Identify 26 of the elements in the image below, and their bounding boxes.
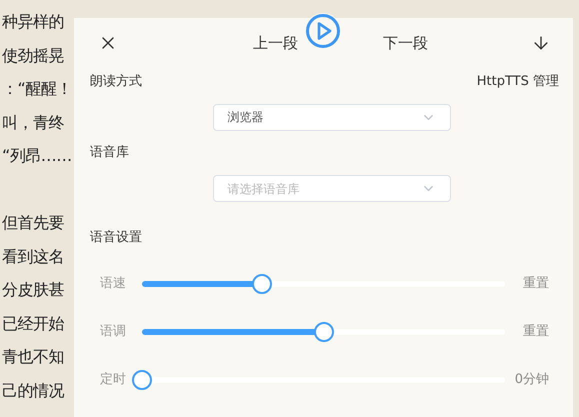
section-label: 朗读方式 xyxy=(90,73,142,91)
book-text-line: 己的情况 xyxy=(2,380,66,402)
read-mode-select[interactable]: 浏览器 xyxy=(212,104,450,130)
section-label: 语音设置 xyxy=(90,229,143,247)
book-text-line: 使劲摇晃 xyxy=(2,44,65,66)
previous-paragraph-button[interactable]: 上一段 xyxy=(253,32,298,54)
httptts-manage-link[interactable]: HttpTTS 管理 xyxy=(476,72,559,92)
book-text-line: 叫，青终 xyxy=(2,112,65,134)
section-label: 语音库 xyxy=(90,144,130,162)
slider-label: 语调 xyxy=(100,322,127,341)
book-text-line: “列昂…… xyxy=(2,145,73,167)
book-text-line: 看到这名 xyxy=(2,246,65,268)
book-text-line: 分皮肤甚 xyxy=(2,279,65,301)
book-text-line: 种异样的 xyxy=(2,11,65,33)
slider-handle[interactable] xyxy=(132,370,152,390)
play-button[interactable] xyxy=(305,13,341,49)
slider-handle[interactable] xyxy=(252,274,272,294)
book-text-line: 青也不知 xyxy=(2,346,65,368)
slider-value: 0分钟 xyxy=(514,370,549,389)
next-paragraph-button[interactable]: 下一段 xyxy=(383,32,428,54)
book-text-line: 但首先要 xyxy=(2,212,65,234)
book-text-line: 已经开始 xyxy=(2,312,65,334)
slider-handle[interactable] xyxy=(314,322,334,342)
slider-label: 定时 xyxy=(100,370,127,389)
slider-label: 语速 xyxy=(100,274,127,293)
book-text-line: ：“醒醒！ xyxy=(2,78,73,100)
